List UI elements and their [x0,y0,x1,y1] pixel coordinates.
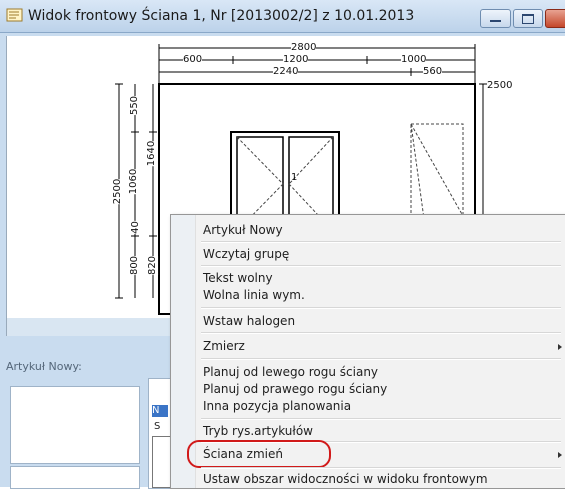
article-label: Artykuł Nowy: [6,360,82,373]
window-title: Widok frontowy Ściana 1, Nr [2013002/2] … [28,8,415,24]
highlight-annotation [187,440,331,468]
details-list[interactable] [152,436,172,488]
article-list[interactable] [10,386,140,464]
details-letter: S [154,421,161,432]
dim-left-segment: 1640 [146,140,158,167]
dim-overall-width: 2800 [291,42,317,53]
dim-left-small: 40 [129,221,141,234]
menu-item-wczytaj-grupe[interactable]: Wczytaj grupę [203,247,289,261]
dim-left-segment: 800 [129,255,141,276]
dim-top-segment: 1200 [283,54,309,65]
dim-wall-height: 2500 [487,80,513,91]
menu-item-tryb-rys[interactable]: Tryb rys.artykułów [203,424,313,438]
menu-separator [201,358,561,360]
dim-top-segment: 560 [423,66,443,77]
menu-separator [201,418,561,420]
menu-separator [201,241,561,243]
submenu-arrow-icon [558,344,562,350]
minimize-button[interactable] [480,9,511,28]
dim-left-segment: 820 [147,255,159,276]
menu-item-inna-pozycja[interactable]: Inna pozycja planowania [203,399,351,413]
selected-marker[interactable]: N [152,405,168,417]
menu-item-planuj-lewy[interactable]: Planuj od lewego rogu ściany [203,365,378,379]
menu-item-zmierz[interactable]: Zmierz [203,339,245,353]
title-bar[interactable]: Widok frontowy Ściana 1, Nr [2013002/2] … [0,0,565,33]
article-field[interactable] [10,466,140,489]
menu-item-tekst-wolny[interactable]: Tekst wolny [203,271,273,285]
window-label: 1 [291,172,298,183]
maximize-button[interactable] [513,9,543,28]
dim-left-segment: 1060 [128,168,140,195]
application-window: Widok frontowy Ściana 1, Nr [2013002/2] … [0,0,565,489]
menu-item-planuj-prawy[interactable]: Planuj od prawego rogu ściany [203,382,387,396]
menu-separator [201,467,561,469]
dim-top-segment: 2240 [273,66,299,77]
dim-top-segment: 600 [183,54,203,65]
dim-left-overall: 2500 [112,178,124,205]
menu-item-wolna-linia[interactable]: Wolna linia wym. [203,288,305,302]
menu-separator [201,307,561,309]
dim-left-segment: 550 [129,95,141,116]
document-icon [6,8,23,22]
menu-item-artykul-nowy[interactable]: Artykuł Nowy [203,223,283,237]
submenu-arrow-icon [558,452,562,458]
menu-item-ustaw-obszar[interactable]: Ustaw obszar widoczności w widoku fronto… [203,472,488,486]
menu-separator [201,265,561,267]
close-button[interactable] [545,9,565,28]
dim-top-segment: 1000 [401,54,427,65]
menu-separator [201,332,561,334]
context-menu: Artykuł Nowy Wczytaj grupę Tekst wolny W… [170,214,565,489]
menu-item-wstaw-halogen[interactable]: Wstaw halogen [203,314,295,328]
